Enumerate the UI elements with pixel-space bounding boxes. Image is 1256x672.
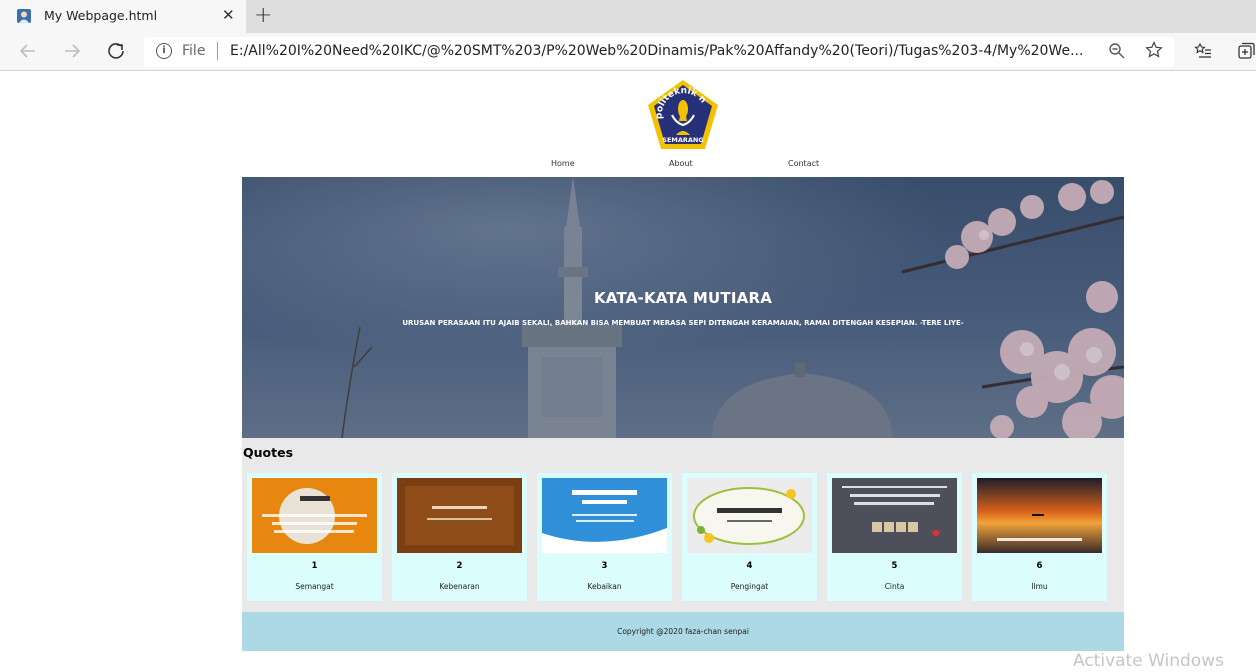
quote-image-6 xyxy=(977,478,1102,553)
address-bar[interactable]: i File E:/All%20I%20Need%20IKC/@%20SMT%2… xyxy=(144,37,1174,67)
quotes-section: Quotes 1 Semangat 2 Kebenaran 3 Kebaikan… xyxy=(242,438,1124,612)
quote-image-5 xyxy=(832,478,957,553)
quote-card-5[interactable]: 5 Cinta xyxy=(827,473,962,601)
polines-logo: politeknik negeri SEMARANG xyxy=(643,72,720,151)
web-page: politeknik negeri SEMARANG Home About Co… xyxy=(0,71,1256,672)
quote-number: 3 xyxy=(601,561,608,571)
footer-copyright: Copyright @2020 faza-chan senpai xyxy=(617,627,749,636)
quote-number: 4 xyxy=(746,561,753,571)
quote-card-6[interactable]: 6 Ilmu xyxy=(972,473,1107,601)
tab-strip: My Webpage.html ✕ + xyxy=(0,0,1256,33)
scheme-label: File xyxy=(182,43,206,59)
quote-label: Semangat xyxy=(295,582,334,591)
back-icon[interactable] xyxy=(18,41,38,65)
quote-image-4 xyxy=(687,478,812,553)
quotes-heading: Quotes xyxy=(243,445,294,460)
address-separator xyxy=(217,42,218,60)
quote-card-3[interactable]: 3 Kebaikan xyxy=(537,473,672,601)
quote-image-1 xyxy=(252,478,377,553)
quote-label: Cinta xyxy=(884,582,905,591)
tab-close-icon[interactable]: ✕ xyxy=(222,7,235,23)
quote-card-2[interactable]: 2 Kebenaran xyxy=(392,473,527,601)
activate-windows-watermark: Activate Windows xyxy=(1073,651,1224,671)
quote-image-3 xyxy=(542,478,667,553)
quote-number: 6 xyxy=(1036,561,1043,571)
nav-about-link[interactable]: About xyxy=(669,159,693,168)
collections-icon[interactable] xyxy=(1236,41,1256,65)
quote-card-1[interactable]: 1 Semangat xyxy=(247,473,382,601)
quote-number: 5 xyxy=(891,561,898,571)
quote-image-2 xyxy=(397,478,522,553)
quote-card-4[interactable]: 4 Pengingat xyxy=(682,473,817,601)
hero-background-image xyxy=(242,177,1124,438)
hero-banner: KATA-KATA MUTIARA URUSAN PERASAAN ITU AJ… xyxy=(242,177,1124,438)
favorite-star-icon[interactable] xyxy=(1145,41,1163,63)
svg-text:SEMARANG: SEMARANG xyxy=(662,136,703,144)
browser-toolbar: i File E:/All%20I%20Need%20IKC/@%20SMT%2… xyxy=(0,33,1256,71)
zoom-icon[interactable] xyxy=(1108,42,1126,64)
quote-number: 1 xyxy=(311,561,318,571)
forward-icon[interactable] xyxy=(62,41,82,65)
nav-contact-link[interactable]: Contact xyxy=(788,159,819,168)
quote-label: Ilmu xyxy=(1031,582,1048,591)
quote-label: Kebenaran xyxy=(439,582,480,591)
tab-my-webpage[interactable]: My Webpage.html ✕ xyxy=(0,0,246,33)
page-favicon-icon xyxy=(16,8,32,24)
favorites-list-icon[interactable] xyxy=(1193,41,1213,65)
nav-home-link[interactable]: Home xyxy=(551,159,575,168)
info-icon[interactable]: i xyxy=(156,43,172,59)
quote-label: Pengingat xyxy=(730,582,769,591)
page-footer: Copyright @2020 faza-chan senpai xyxy=(242,612,1124,651)
new-tab-icon[interactable]: + xyxy=(254,4,272,28)
tab-title: My Webpage.html xyxy=(44,8,158,23)
quote-number: 2 xyxy=(456,561,463,571)
hero-subtitle: URUSAN PERASAAN ITU AJAIB SEKALI, BAHKAN… xyxy=(402,319,964,327)
browser-window: My Webpage.html ✕ + i File E:/All%20I%20… xyxy=(0,0,1256,672)
quote-label: Kebaikan xyxy=(587,582,622,591)
url-text[interactable]: E:/All%20I%20Need%20IKC/@%20SMT%203/P%20… xyxy=(230,43,1102,59)
hero-title: KATA-KATA MUTIARA xyxy=(593,289,773,307)
reload-icon[interactable] xyxy=(106,41,126,65)
